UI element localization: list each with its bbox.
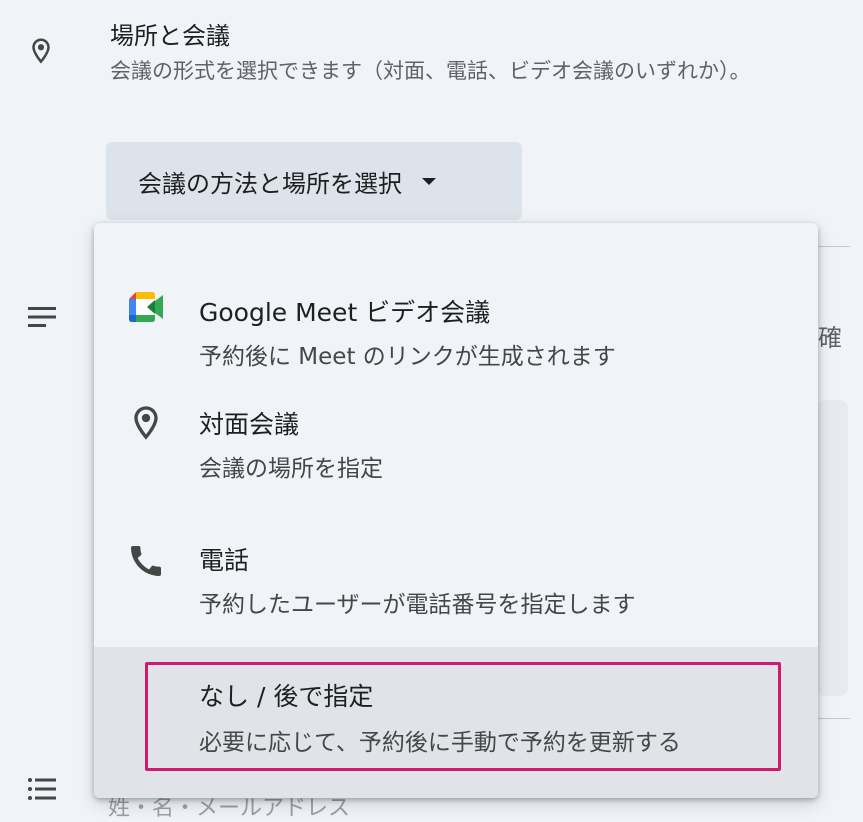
text-area	[816, 400, 848, 696]
menu-item-none[interactable]: なし / 後で指定 必要に応じて、予約後に手動で予約を更新する	[94, 647, 818, 798]
menu-item-title: 電話	[199, 546, 250, 575]
menu-item-title: Google Meet ビデオ会議	[199, 298, 491, 327]
caret-down-icon	[422, 177, 436, 185]
location-pin-icon	[26, 34, 56, 68]
google-meet-icon	[126, 287, 166, 327]
meeting-method-select-label: 会議の方法と場所を選択	[138, 169, 402, 198]
location-pin-icon	[126, 403, 166, 443]
menu-item-subtitle: 必要に応じて、予約後に手動で予約を更新する	[199, 730, 681, 756]
meeting-method-select[interactable]: 会議の方法と場所を選択	[106, 142, 522, 220]
description-icon	[26, 304, 58, 330]
menu-item-google-meet[interactable]: Google Meet ビデオ会議 予約後に Meet のリンクが生成されます	[94, 247, 818, 377]
menu-item-in-person[interactable]: 対面会議 会議の場所を指定	[94, 377, 818, 513]
divider	[816, 718, 850, 719]
menu-item-title: なし / 後で指定	[199, 682, 374, 711]
menu-item-subtitle: 予約後に Meet のリンクが生成されます	[199, 344, 616, 370]
menu-item-subtitle: 会議の場所を指定	[199, 456, 383, 482]
menu-item-title: 対面会議	[199, 410, 300, 439]
partial-text: 確	[818, 324, 842, 352]
menu-item-subtitle: 予約したユーザーが電話番号を指定します	[199, 592, 636, 618]
section-title: 場所と会議	[110, 22, 230, 50]
menu-item-phone[interactable]: 電話 予約したユーザーが電話番号を指定します	[94, 513, 818, 647]
section-description: 会議の形式を選択できます（対面、電話、ビデオ会議のいずれか）。	[110, 59, 751, 83]
list-icon	[26, 776, 58, 802]
meeting-method-menu: Google Meet ビデオ会議 予約後に Meet のリンクが生成されます …	[94, 223, 818, 798]
divider	[816, 246, 850, 247]
phone-icon	[126, 541, 166, 581]
